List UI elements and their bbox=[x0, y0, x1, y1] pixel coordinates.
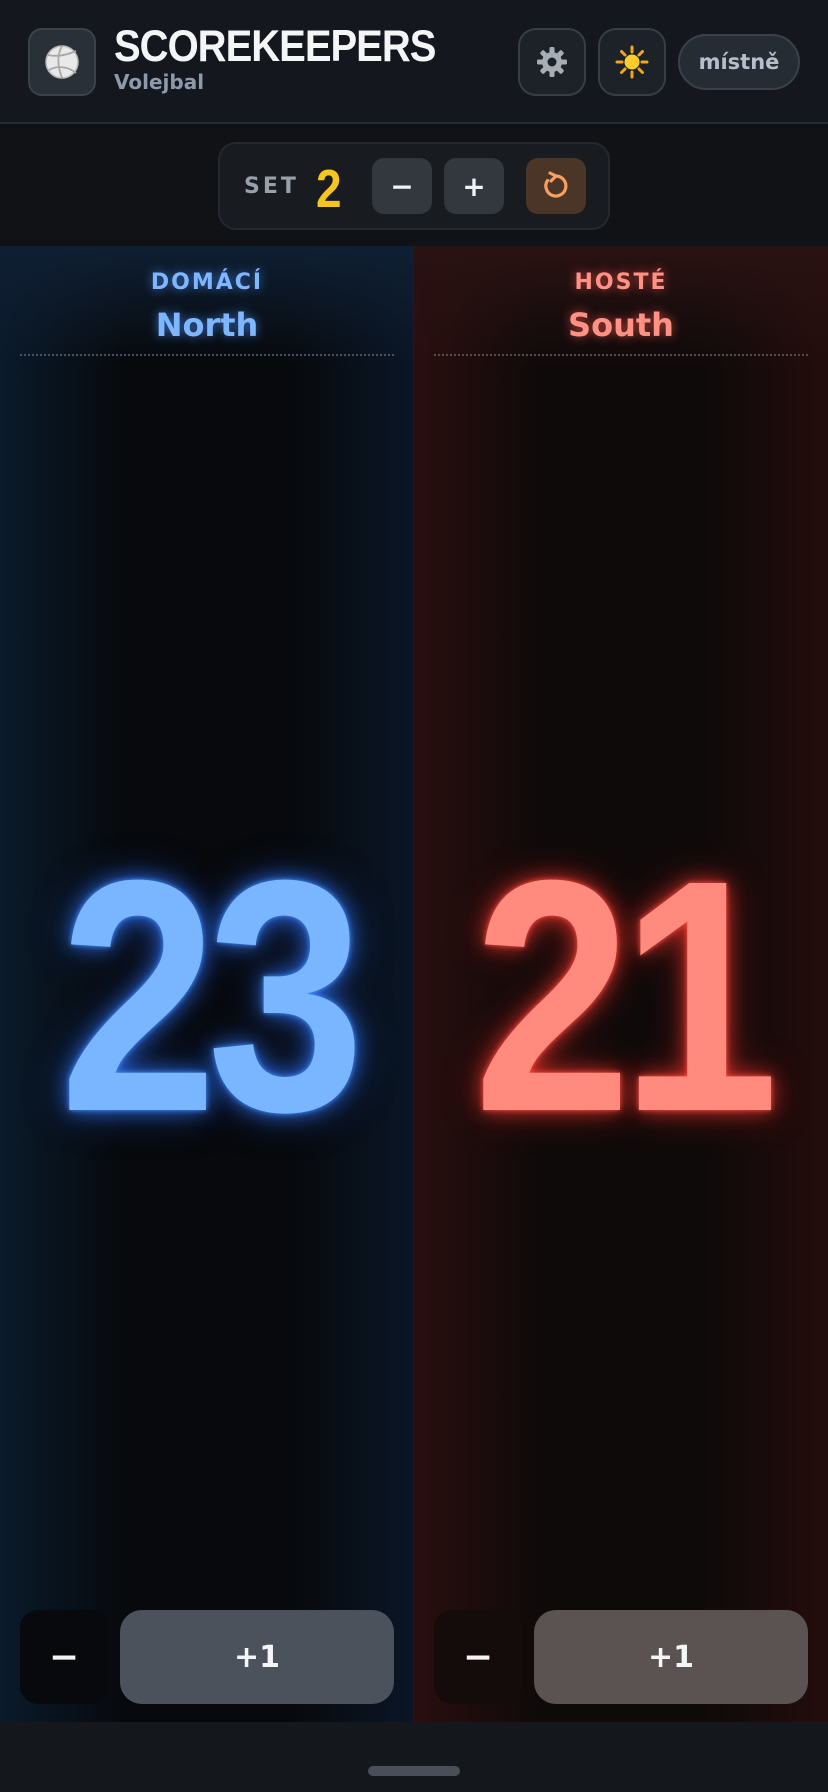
home-team-panel[interactable]: DOMÁCÍ North 23 − +1 bbox=[0, 246, 414, 1722]
set-increment-button[interactable]: + bbox=[444, 158, 504, 214]
theme-toggle-button[interactable] bbox=[598, 28, 666, 96]
set-decrement-button[interactable]: − bbox=[372, 158, 432, 214]
volleyball-icon bbox=[45, 45, 79, 79]
away-team-panel[interactable]: HOSTÉ South 21 − +1 bbox=[414, 246, 828, 1722]
home-team-name[interactable]: North bbox=[0, 306, 413, 344]
set-value: 2 bbox=[316, 159, 342, 219]
set-control: SET 2 − + bbox=[218, 142, 610, 230]
set-bar-area: SET 2 − + bbox=[0, 126, 828, 246]
reset-button[interactable] bbox=[526, 158, 586, 214]
home-side-label: DOMÁCÍ bbox=[150, 270, 264, 295]
away-divider bbox=[434, 354, 808, 356]
away-increment-button[interactable]: +1 bbox=[534, 1610, 808, 1704]
away-score[interactable]: 21 bbox=[443, 786, 799, 1206]
settings-button[interactable] bbox=[518, 28, 586, 96]
app-header: SCOREKEEPERS Volejbal místně bbox=[0, 0, 828, 124]
away-side-label: HOSTÉ bbox=[574, 270, 668, 295]
home-decrement-button[interactable]: − bbox=[20, 1610, 108, 1704]
logo-button[interactable] bbox=[28, 28, 96, 96]
reset-icon bbox=[544, 171, 568, 198]
app-subtitle: Volejbal bbox=[114, 70, 205, 94]
away-decrement-button[interactable]: − bbox=[434, 1610, 522, 1704]
bottom-bar bbox=[0, 1722, 828, 1792]
home-increment-button[interactable]: +1 bbox=[120, 1610, 394, 1704]
home-indicator[interactable] bbox=[368, 1766, 460, 1776]
gear-icon bbox=[537, 47, 567, 77]
away-team-name[interactable]: South bbox=[414, 306, 828, 344]
home-score[interactable]: 23 bbox=[29, 786, 385, 1206]
set-label: SET bbox=[244, 174, 299, 199]
sun-icon bbox=[615, 45, 649, 79]
language-button[interactable]: místně bbox=[678, 34, 800, 90]
app-title: SCOREKEEPERS bbox=[114, 22, 436, 72]
home-divider bbox=[20, 354, 394, 356]
